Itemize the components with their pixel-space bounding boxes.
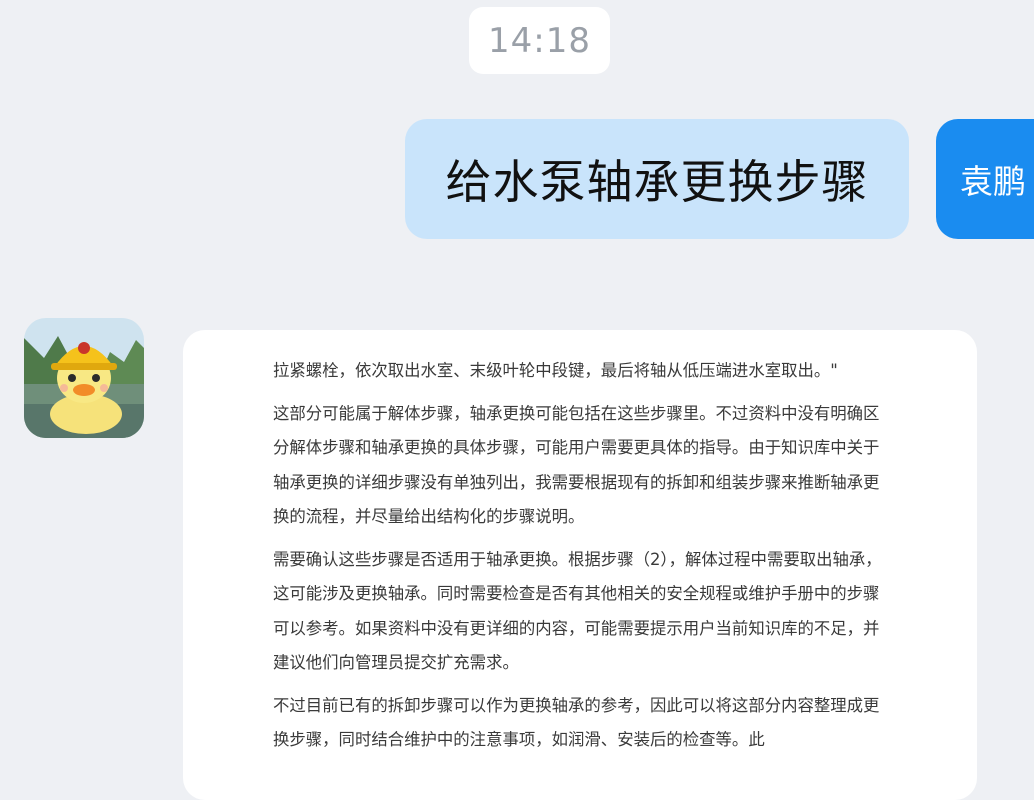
bot-message-bubble[interactable]: 拉紧螺栓，依次取出水室、末级叶轮中段键，最后将轴从低压端进水室取出。" 这部分可… (183, 330, 977, 800)
bot-message-content: 拉紧螺栓，依次取出水室、末级叶轮中段键，最后将轴从低压端进水室取出。" 这部分可… (273, 354, 893, 758)
bot-message-paragraph: 不过目前已有的拆卸步骤可以作为更换轴承的参考，因此可以将这部分内容整理成更换步骤… (273, 695, 880, 750)
bot-message-paragraph: 这部分可能属于解体步骤，轴承更换可能包括在这些步骤里。不过资料中没有明确区分解体… (273, 403, 880, 527)
bot-avatar[interactable] (24, 318, 144, 438)
message-timestamp: 14:18 (469, 7, 610, 74)
user-avatar[interactable]: 袁鹏 (936, 119, 1034, 239)
user-message-bubble[interactable]: 给水泵轴承更换步骤 (405, 119, 909, 239)
bot-message-paragraph: 拉紧螺栓，依次取出水室、末级叶轮中段键，最后将轴从低压端进水室取出。" (273, 361, 838, 380)
bot-message-paragraph: 需要确认这些步骤是否适用于轴承更换。根据步骤（2），解体过程中需要取出轴承，这可… (273, 549, 882, 673)
duck-helmet-icon (24, 318, 144, 438)
